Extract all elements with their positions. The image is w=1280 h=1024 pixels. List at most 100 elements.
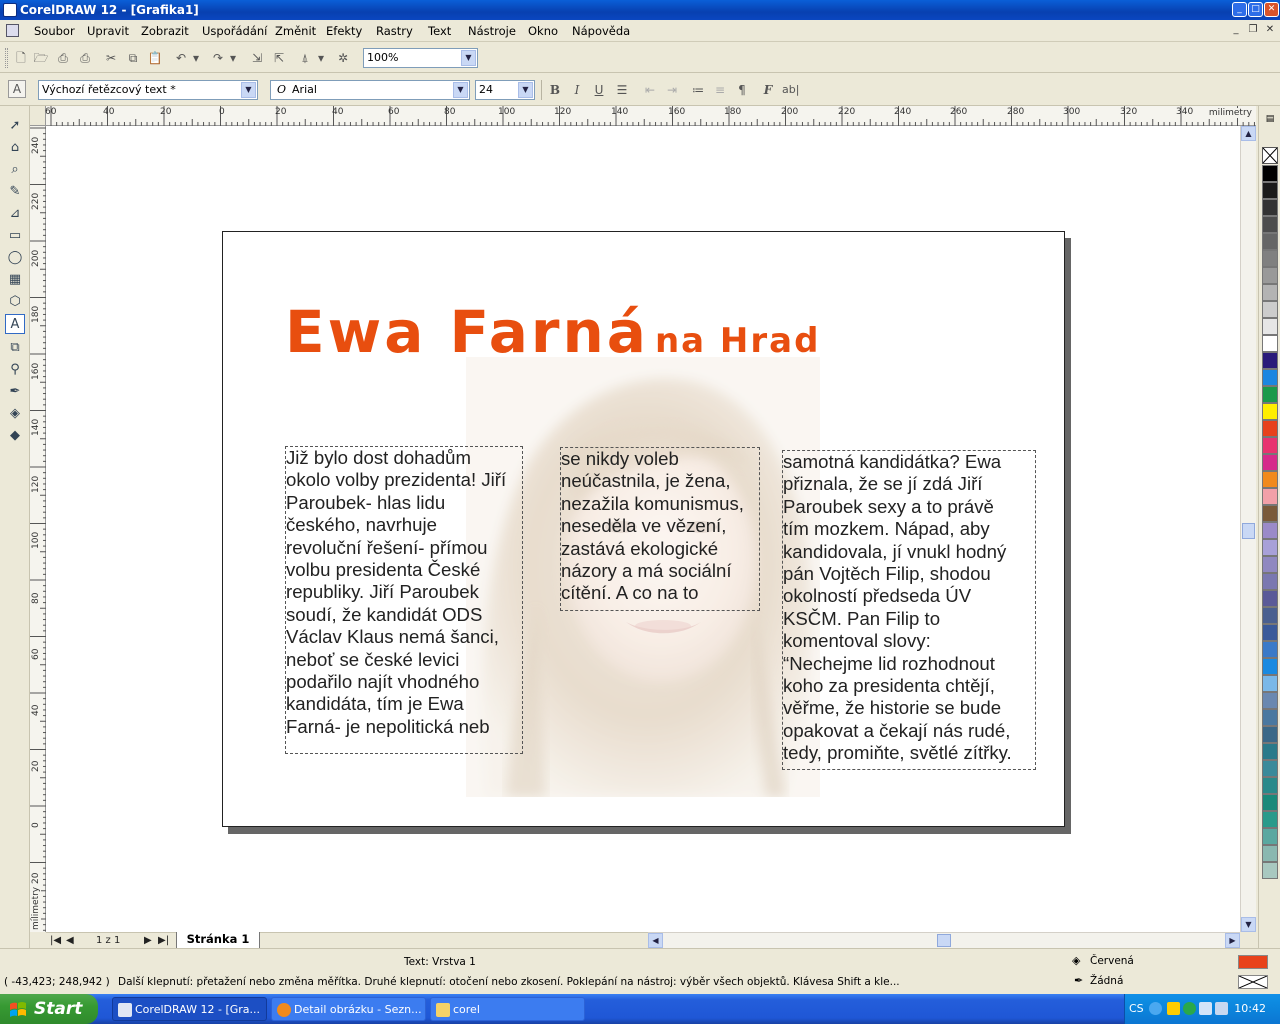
vertical-ruler[interactable]: 240 220 200 180 160 140 120 100 80 60 40… (30, 126, 46, 932)
coreldraw-app-icon[interactable] (3, 3, 17, 17)
palette-swatch[interactable] (1262, 437, 1278, 454)
menu-upravit[interactable]: Upravit (87, 24, 129, 38)
palette-swatch[interactable] (1262, 420, 1278, 437)
no-color-swatch[interactable] (1262, 147, 1278, 164)
cut-icon[interactable]: ✂ (102, 49, 120, 67)
horizontal-scroll-thumb[interactable] (937, 934, 951, 947)
palette-swatch[interactable] (1262, 862, 1278, 879)
corel-online-icon[interactable]: ✲ (334, 49, 352, 67)
chevron-down-icon[interactable]: ▼ (241, 82, 256, 98)
text-frame-column-1[interactable]: Již bylo dost dohadům okolo volby prezid… (285, 446, 523, 754)
last-page-icon[interactable]: ▶| (158, 933, 169, 948)
ruler-corner[interactable] (30, 106, 46, 126)
maximize-button[interactable]: □ (1248, 2, 1263, 17)
vertical-scrollbar[interactable]: ▲ ▼ (1240, 126, 1256, 932)
italic-button[interactable]: I (568, 81, 586, 99)
palette-swatch[interactable] (1262, 794, 1278, 811)
palette-swatch[interactable] (1262, 743, 1278, 760)
chevron-down-icon[interactable]: ▼ (518, 82, 533, 98)
fill-color-swatch[interactable] (1238, 955, 1268, 969)
palette-swatch[interactable] (1262, 454, 1278, 471)
palette-swatch[interactable] (1262, 471, 1278, 488)
palette-swatch[interactable] (1262, 590, 1278, 607)
undo-icon[interactable]: ↶ (172, 49, 190, 67)
ellipse-tool-icon[interactable]: ◯ (5, 248, 25, 268)
menu-nastroje[interactable]: Nástroje (468, 24, 516, 38)
volume-icon[interactable] (1215, 1002, 1228, 1015)
menu-okno[interactable]: Okno (528, 24, 558, 38)
network-icon[interactable] (1199, 1002, 1212, 1015)
freehand-tool-icon[interactable]: ✎ (5, 182, 25, 202)
previous-page-icon[interactable]: ◀ (66, 933, 74, 948)
menu-text[interactable]: Text (428, 24, 451, 38)
paste-icon[interactable]: 📋 (146, 49, 164, 67)
palette-swatch[interactable] (1262, 250, 1278, 267)
app-launcher-icon[interactable]: ⍋ (296, 49, 314, 67)
next-page-icon[interactable]: ▶ (144, 933, 152, 948)
menu-zmenit[interactable]: Změnit (275, 24, 316, 38)
antivirus-icon[interactable] (1183, 1002, 1196, 1015)
outline-tool-icon[interactable]: ✒ (5, 382, 25, 402)
page-tab-1[interactable]: Stránka 1 (176, 932, 260, 949)
font-combo[interactable]: O Arial ▼ (270, 80, 470, 100)
task-folder[interactable]: corel (430, 997, 585, 1021)
scroll-up-button[interactable]: ▲ (1241, 126, 1256, 141)
copy-icon[interactable]: ⧉ (124, 49, 142, 67)
edit-text-icon[interactable]: ab| (781, 81, 799, 99)
palette-swatch[interactable] (1262, 199, 1278, 216)
undo-list-icon[interactable]: ▾ (191, 49, 201, 67)
doc-restore-button[interactable]: ❐ (1246, 23, 1260, 37)
task-coreldraw[interactable]: CorelDRAW 12 - [Gra... (112, 997, 267, 1021)
close-button[interactable]: ✕ (1264, 2, 1279, 17)
doc-close-button[interactable]: ✕ (1263, 23, 1277, 37)
palette-swatch[interactable] (1262, 556, 1278, 573)
toolbar-grip[interactable] (5, 48, 8, 68)
palette-swatch[interactable] (1262, 216, 1278, 233)
text-align-icon[interactable]: ☰ (613, 81, 631, 99)
palette-swatch[interactable] (1262, 709, 1278, 726)
save-icon[interactable]: ⎙ (54, 49, 72, 67)
drop-cap-icon[interactable]: ≡ (711, 81, 729, 99)
increase-indent-icon[interactable]: ⇥ (663, 81, 681, 99)
palette-swatch[interactable] (1262, 369, 1278, 386)
back-arrow-icon[interactable] (1149, 1002, 1162, 1015)
palette-swatch[interactable] (1262, 284, 1278, 301)
interactive-blend-tool-icon[interactable]: ⧉ (5, 338, 25, 358)
menu-efekty[interactable]: Efekty (326, 24, 362, 38)
interactive-fill-tool-icon[interactable]: ◆ (5, 426, 25, 446)
palette-swatch[interactable] (1262, 505, 1278, 522)
shape-tool-icon[interactable]: ⌂ (5, 138, 25, 158)
palette-swatch[interactable] (1262, 573, 1278, 590)
language-indicator[interactable]: CS (1129, 1002, 1144, 1015)
smart-fill-tool-icon[interactable]: ⊿ (5, 204, 25, 224)
palette-swatch[interactable] (1262, 403, 1278, 420)
open-icon[interactable]: 🗁 (32, 49, 50, 67)
palette-swatch[interactable] (1262, 675, 1278, 692)
bullets-icon[interactable]: ≔ (689, 81, 707, 99)
decrease-indent-icon[interactable]: ⇤ (641, 81, 659, 99)
palette-swatch[interactable] (1262, 267, 1278, 284)
text-style-icon[interactable]: A (8, 80, 26, 98)
minimize-button[interactable]: _ (1232, 2, 1247, 17)
doc-minimize-button[interactable]: _ (1229, 23, 1243, 37)
drawing-page[interactable]: Ewa Farná na Hrad Již bylo dost dohadům o… (222, 231, 1065, 827)
view-navigator-button[interactable] (1240, 932, 1256, 948)
menu-soubor[interactable]: Soubor (34, 24, 75, 38)
zoom-tool-icon[interactable]: ⌕ (5, 160, 25, 180)
new-document-icon[interactable]: 🗋 (12, 49, 30, 67)
scroll-down-button[interactable]: ▼ (1241, 917, 1256, 932)
palette-swatch[interactable] (1262, 386, 1278, 403)
start-button[interactable]: Start (0, 994, 98, 1024)
format-text-icon[interactable]: F (759, 81, 777, 99)
palette-swatch[interactable] (1262, 777, 1278, 794)
scroll-right-button[interactable]: ▶ (1225, 933, 1240, 948)
document-icon[interactable] (6, 24, 19, 37)
palette-swatch[interactable] (1262, 352, 1278, 369)
palette-swatch[interactable] (1262, 607, 1278, 624)
underline-button[interactable]: U (590, 81, 608, 99)
bold-button[interactable]: B (546, 81, 564, 99)
pick-tool-icon[interactable]: ➚ (5, 116, 25, 136)
scroll-left-button[interactable]: ◀ (648, 933, 663, 948)
horizontal-ruler[interactable]: 60 40 20 0 20 40 60 80 100 120 140 160 1… (45, 106, 1256, 126)
text-style-combo[interactable]: Výchozí řetězcový text * ▼ (38, 80, 258, 100)
